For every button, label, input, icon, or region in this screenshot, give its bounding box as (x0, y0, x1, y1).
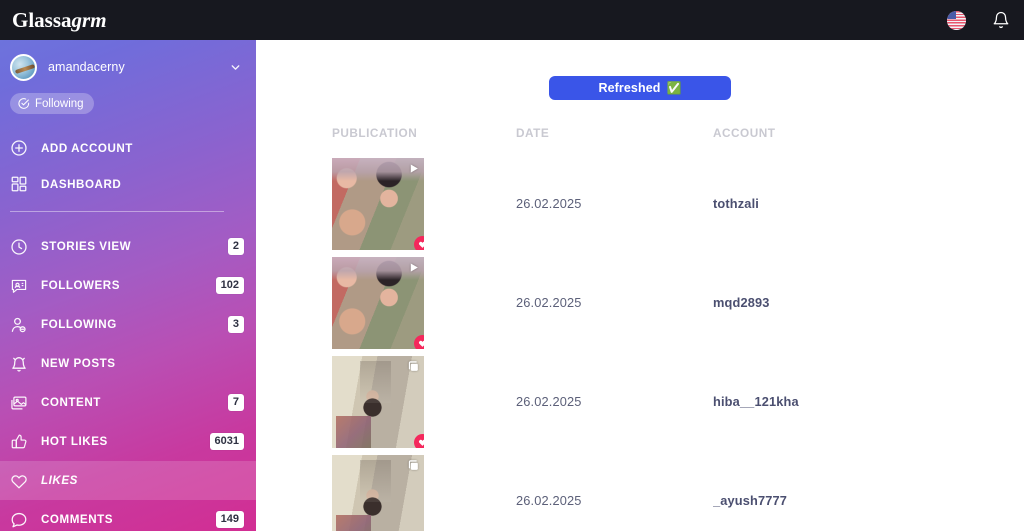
refresh-bar: Refreshed ✅ (256, 40, 1024, 100)
sidebar-item-badge: 7 (227, 394, 244, 411)
sidebar-item-label: LIKES (41, 474, 78, 487)
sidebar-item-label: FOLLOWERS (41, 279, 121, 292)
top-bar-actions (947, 10, 1010, 30)
sidebar-item-following[interactable]: FOLLOWING 3 (0, 305, 256, 344)
check-circle-icon (18, 98, 30, 109)
sidebar-item-badge: 2 (227, 238, 244, 255)
heart-icon (414, 334, 424, 349)
date-cell: 26.02.2025 (516, 394, 582, 409)
sidebar-item-label: STORIES VIEW (41, 240, 132, 253)
sidebar-item-label: HOT LIKES (41, 435, 108, 448)
chevron-down-icon[interactable] (229, 61, 242, 74)
sidebar-item-badge: 6031 (209, 433, 244, 450)
image-icon (10, 394, 28, 412)
sidebar-item-label: NEW POSTS (41, 357, 116, 370)
post-thumbnail[interactable] (332, 454, 424, 531)
table-header-row: PUBLICATION DATE ACCOUNT (256, 124, 1024, 142)
comment-icon (10, 511, 28, 529)
followers-icon (10, 277, 28, 295)
column-header-account: ACCOUNT (713, 126, 776, 140)
date-cell: 26.02.2025 (516, 295, 582, 310)
dashboard-grid-icon (10, 175, 28, 193)
account-cell[interactable]: mqd2893 (713, 295, 1024, 310)
check-mark-icon: ✅ (666, 81, 682, 95)
sidebar-item-stories-view[interactable]: STORIES VIEW 2 (0, 227, 256, 266)
column-header-publication: PUBLICATION (332, 126, 418, 140)
sidebar-item-label: DASHBOARD (41, 177, 122, 191)
date-cell: 26.02.2025 (516, 493, 582, 508)
sidebar-item-badge: 102 (215, 277, 244, 294)
heart-icon (414, 433, 424, 448)
post-thumbnail[interactable] (332, 355, 424, 448)
publication-cell (256, 157, 516, 250)
sidebar-item-followers[interactable]: FOLLOWERS 102 (0, 266, 256, 305)
refresh-button-label: Refreshed (598, 81, 661, 95)
sidebar-account-name: amandacerny (48, 60, 125, 74)
bell-icon (10, 355, 28, 373)
sidebar-nav-top: ADD ACCOUNT DASHBOARD (0, 130, 256, 202)
user-check-icon (10, 316, 28, 334)
sidebar-account-switcher[interactable]: amandacerny (0, 49, 256, 85)
likes-table-body: 26.02.2025 tothzali 26.02.2025 mqd2893 2… (256, 154, 1024, 531)
sidebar: amandacerny Following ADD ACCOUNT DASHBO… (0, 40, 256, 531)
sidebar-item-new-posts[interactable]: NEW POSTS (0, 344, 256, 383)
clock-icon (10, 238, 28, 256)
main-content: Refreshed ✅ PUBLICATION DATE ACCOUNT 26.… (256, 40, 1024, 531)
account-cell[interactable]: tothzali (713, 196, 1024, 211)
sidebar-item-dashboard[interactable]: DASHBOARD (0, 166, 256, 202)
publication-cell (256, 256, 516, 349)
table-row[interactable]: 26.02.2025 mqd2893 (256, 253, 1024, 352)
logo-part-one: Glassa (12, 7, 72, 32)
sidebar-item-label: ADD ACCOUNT (41, 141, 133, 155)
sidebar-item-likes[interactable]: LIKES (0, 461, 256, 500)
bell-icon[interactable] (992, 11, 1010, 29)
following-status-pill[interactable]: Following (10, 93, 94, 114)
sidebar-divider (10, 211, 224, 212)
table-row[interactable]: 26.02.2025 _ayush7777 (256, 451, 1024, 531)
sidebar-item-label: CONTENT (41, 396, 101, 409)
logo-part-two: grm (71, 7, 107, 32)
sidebar-item-add-account[interactable]: ADD ACCOUNT (0, 130, 256, 166)
account-cell[interactable]: hiba__121kha (713, 394, 1024, 409)
app-logo[interactable]: Glassagrm (12, 7, 107, 32)
publication-cell (256, 454, 516, 531)
top-bar: Glassagrm (0, 0, 1024, 40)
thumbs-up-icon (10, 433, 28, 451)
post-thumbnail[interactable] (332, 256, 424, 349)
us-flag-icon[interactable] (947, 10, 966, 30)
date-cell: 26.02.2025 (516, 196, 582, 211)
plus-circle-icon (10, 139, 28, 157)
sidebar-item-badge: 3 (227, 316, 244, 333)
sidebar-item-content[interactable]: CONTENT 7 (0, 383, 256, 422)
sidebar-item-label: FOLLOWING (41, 318, 117, 331)
sidebar-nav-main: STORIES VIEW 2 FOLLOWERS 102 FOLLOWING 3 (0, 227, 256, 531)
carousel-icon (407, 360, 420, 373)
heart-icon (10, 472, 28, 490)
table-row[interactable]: 26.02.2025 tothzali (256, 154, 1024, 253)
sidebar-item-label: COMMENTS (41, 513, 114, 526)
play-icon (407, 261, 420, 274)
sidebar-item-comments[interactable]: COMMENTS 149 (0, 500, 256, 531)
post-thumbnail[interactable] (332, 157, 424, 250)
heart-icon (414, 235, 424, 250)
following-pill-label: Following (35, 97, 84, 110)
refresh-button[interactable]: Refreshed ✅ (549, 76, 731, 100)
sidebar-item-badge: 149 (215, 511, 244, 528)
user-avatar (10, 53, 37, 81)
account-cell[interactable]: _ayush7777 (713, 493, 1024, 508)
carousel-icon (407, 459, 420, 472)
table-row[interactable]: 26.02.2025 hiba__121kha (256, 352, 1024, 451)
play-icon (407, 162, 420, 175)
sidebar-item-hot-likes[interactable]: HOT LIKES 6031 (0, 422, 256, 461)
column-header-date: DATE (516, 126, 550, 140)
publication-cell (256, 355, 516, 448)
